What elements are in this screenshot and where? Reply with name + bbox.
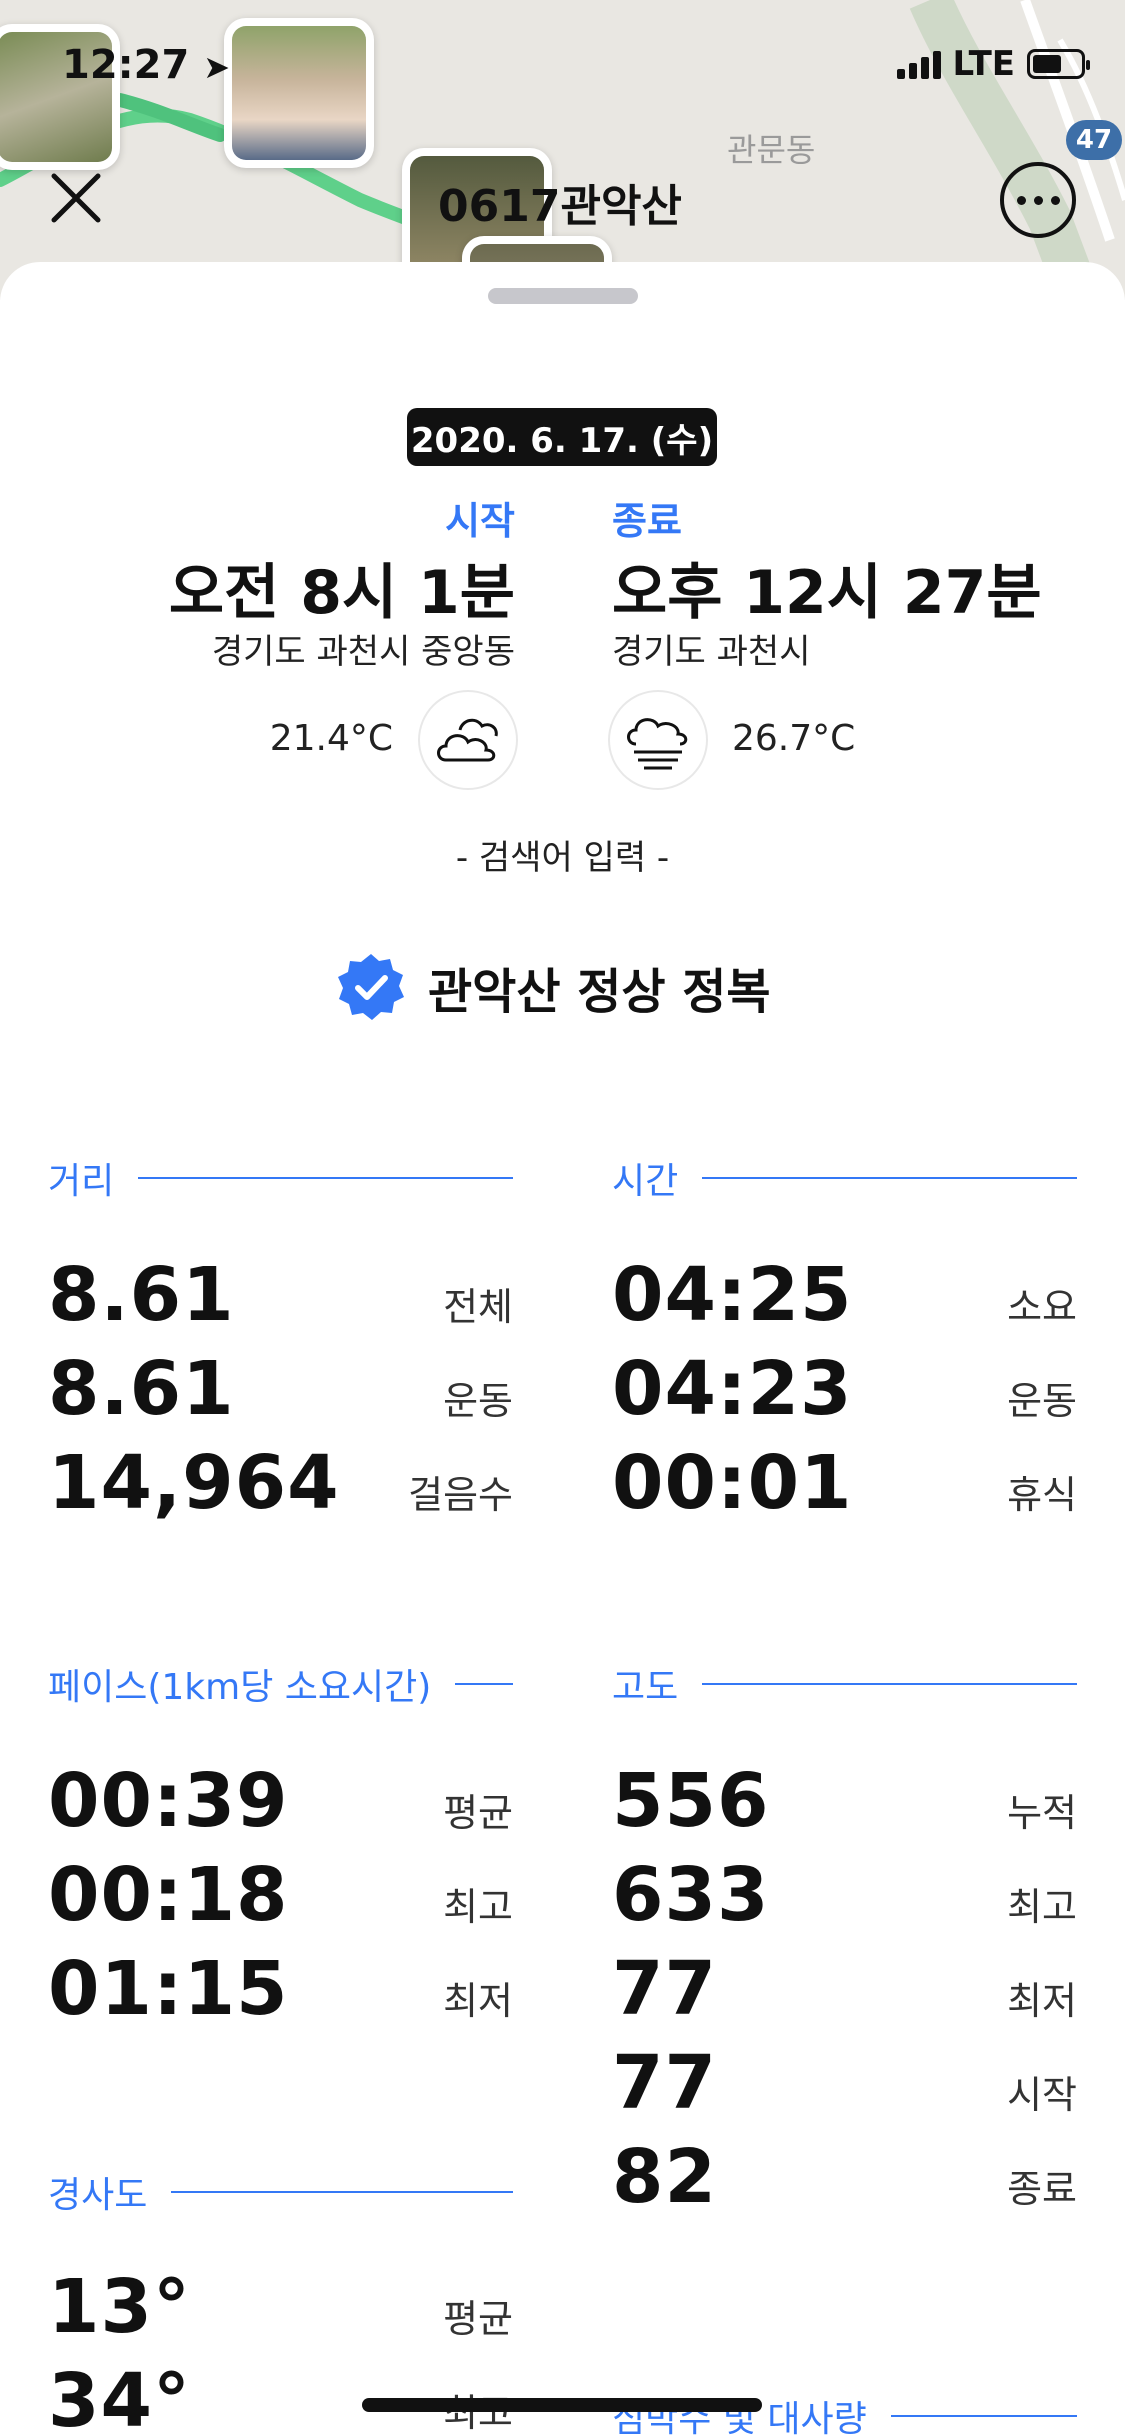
stat-value: 13° <box>48 2264 191 2350</box>
stat-value: 8.61 <box>48 1252 235 1338</box>
signal-icon <box>896 49 941 79</box>
stat-label: 최고 <box>443 1885 513 1929</box>
stat-value: 01:15 <box>48 1946 289 2032</box>
time-title: 시간 <box>612 1161 679 1202</box>
start-label: 시작 <box>445 499 515 543</box>
pace-section-header: 페이스(1km당 소요시간) <box>48 1658 513 1710</box>
search-keyword-prompt[interactable]: - 검색어 입력 - <box>0 830 1125 879</box>
time-row-total: 04:25 소요 <box>612 1252 1077 1338</box>
more-dot <box>1016 195 1026 205</box>
slope-section-header: 경사도 <box>48 2166 513 2218</box>
achievement-text: 관악산 정상 정복 <box>428 964 771 1020</box>
stat-value: 34° <box>48 2358 191 2436</box>
stat-label: 시작 <box>1007 2073 1077 2117</box>
altitude-row-min: 77 최저 <box>612 1946 1077 2032</box>
distance-title: 거리 <box>48 1161 115 1202</box>
end-weather <box>610 692 706 788</box>
road-number-badge: 47 <box>1066 120 1122 160</box>
distance-row-total: 8.61 전체 <box>48 1252 513 1338</box>
pace-row-average: 00:39 평균 <box>48 1758 513 1844</box>
end-time: 오후 12시 27분 <box>612 558 1042 628</box>
stat-value: 04:23 <box>612 1346 853 1432</box>
slope-row-max: 34° 최고 <box>48 2358 513 2436</box>
time-section-header: 시간 <box>612 1152 1077 1204</box>
end-location: 경기도 과천시 <box>612 632 811 672</box>
activity-title: 0617관악산 <box>438 181 682 232</box>
slope-title: 경사도 <box>48 2175 148 2216</box>
stat-label: 걸음수 <box>408 1473 513 1517</box>
stat-value: 77 <box>612 1946 717 2032</box>
heart-section-header: 심박수 및 대사량 <box>612 2390 1077 2436</box>
stat-value: 8.61 <box>48 1346 235 1432</box>
detail-sheet: 2020. 6. 17. (수) 시작 오전 8시 1분 경기도 과천시 중앙동… <box>0 262 1125 2436</box>
battery-icon <box>1027 49 1090 79</box>
stat-label: 종료 <box>1007 2167 1077 2211</box>
more-options-button[interactable] <box>1000 162 1076 238</box>
stat-label: 운동 <box>1007 1379 1077 1423</box>
stat-label: 최고 <box>1007 1885 1077 1929</box>
stat-label: 평균 <box>443 1791 513 1835</box>
start-location: 경기도 과천시 중앙동 <box>211 632 515 672</box>
cloudy-icon <box>437 718 498 762</box>
status-time-text: 12:27 <box>62 42 190 88</box>
stat-label: 운동 <box>443 1379 513 1423</box>
time-row-rest: 00:01 휴식 <box>612 1440 1077 1526</box>
distance-row-exercise: 8.61 운동 <box>48 1346 513 1432</box>
stat-label: 휴식 <box>1007 1473 1077 1517</box>
pace-row-worst: 01:15 최저 <box>48 1946 513 2032</box>
heart-title: 심박수 및 대사량 <box>612 2399 867 2436</box>
close-button[interactable] <box>44 166 108 230</box>
photo-thumbnail[interactable] <box>224 18 374 168</box>
stat-value: 00:01 <box>612 1440 853 1526</box>
close-icon <box>51 173 101 223</box>
altitude-row-end: 82 종료 <box>612 2134 1077 2220</box>
end-temperature: 26.7°C <box>732 718 856 759</box>
stat-value: 00:39 <box>48 1758 289 1844</box>
status-bar-indicators: LTE <box>896 44 1090 84</box>
altitude-row-max: 633 최고 <box>612 1852 1077 1938</box>
activity-date: 2020. 6. 17. (수) <box>407 408 717 466</box>
verified-check-icon <box>338 954 404 1020</box>
stat-value: 633 <box>612 1852 770 1938</box>
more-dot <box>1033 195 1043 205</box>
stat-label: 전체 <box>443 1285 513 1329</box>
altitude-title: 고도 <box>612 1667 679 1708</box>
start-temperature: 21.4°C <box>269 718 393 759</box>
time-row-exercise: 04:23 운동 <box>612 1346 1077 1432</box>
distance-row-steps: 14,964 걸음수 <box>48 1440 513 1526</box>
stat-value: 00:18 <box>48 1852 289 1938</box>
pace-row-best: 00:18 최고 <box>48 1852 513 1938</box>
stat-value: 77 <box>612 2040 717 2126</box>
stat-value: 04:25 <box>612 1252 853 1338</box>
map-view[interactable]: 관문동 47 12:27 ➤ LTE 0617관악산 <box>0 0 1125 300</box>
map-place-label: 관문동 <box>727 131 816 169</box>
slope-row-average: 13° 평균 <box>48 2264 513 2350</box>
distance-section-header: 거리 <box>48 1152 513 1204</box>
sheet-grabber[interactable] <box>488 288 638 304</box>
stat-label: 최저 <box>1007 1979 1077 2023</box>
stat-label: 누적 <box>1007 1791 1077 1835</box>
achievement-badge: 관악산 정상 정복 <box>336 952 771 1022</box>
fog-icon <box>627 718 688 770</box>
altitude-row-cumulative: 556 누적 <box>612 1758 1077 1844</box>
status-bar-time: 12:27 ➤ <box>62 42 230 88</box>
pace-title: 페이스(1km당 소요시간) <box>48 1667 432 1708</box>
more-dot <box>1050 195 1060 205</box>
stat-label: 최저 <box>443 1979 513 2023</box>
altitude-row-start: 77 시작 <box>612 2040 1077 2126</box>
altitude-section-header: 고도 <box>612 1658 1077 1710</box>
stat-value: 14,964 <box>48 1440 340 1526</box>
stat-value: 556 <box>612 1758 770 1844</box>
location-arrow-icon: ➤ <box>203 48 231 86</box>
start-weather <box>420 692 516 788</box>
stat-label: 평균 <box>443 2297 513 2341</box>
end-label: 종료 <box>612 499 682 543</box>
start-time: 오전 8시 1분 <box>168 558 515 628</box>
network-label: LTE <box>952 44 1015 84</box>
stat-label: 소요 <box>1007 1285 1077 1329</box>
home-indicator[interactable] <box>362 2398 762 2412</box>
stat-value: 82 <box>612 2134 717 2220</box>
